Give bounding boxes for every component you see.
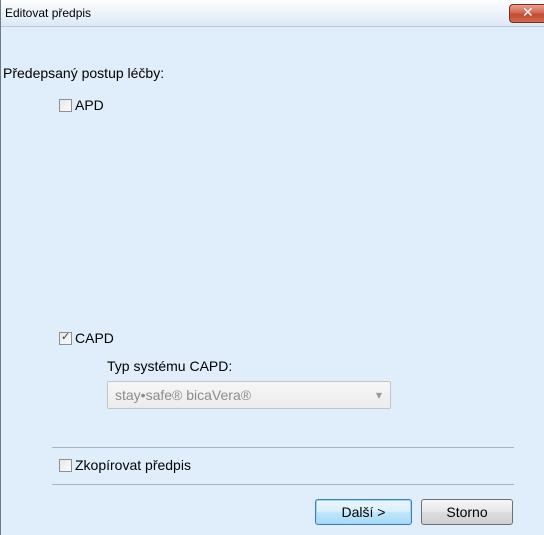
capd-system-type-select[interactable]: stay•safe® bicaVera® ▼ [107, 381, 391, 409]
chevron-down-icon: ▼ [375, 391, 382, 400]
edit-prescription-dialog: Editovat předpis ✕ Předepsaný postup léč… [0, 0, 544, 535]
lower-divider [52, 484, 514, 485]
treatment-procedure-label: Předepsaný postup léčby: [3, 65, 165, 81]
cancel-button[interactable]: Storno [421, 499, 513, 525]
window-title: Editovat předpis [5, 6, 92, 20]
copy-prescription-label: Zkopírovat předpis [75, 457, 191, 473]
close-icon: ✕ [522, 5, 534, 21]
copy-prescription-checkbox[interactable] [59, 458, 72, 472]
capd-checkbox[interactable]: ✓ [59, 329, 72, 345]
upper-divider [52, 447, 514, 448]
capd-checkbox-row[interactable]: ✓ CAPD [59, 330, 114, 346]
apd-label: APD [75, 97, 104, 113]
capd-system-type-label: Typ systému CAPD: [107, 358, 233, 374]
title-bar[interactable]: Editovat předpis ✕ [1, 0, 544, 27]
apd-checkbox[interactable] [59, 98, 72, 112]
copy-prescription-checkbox-row[interactable]: Zkopírovat předpis [59, 457, 191, 473]
check-mark-icon: ✓ [61, 329, 71, 343]
capd-label: CAPD [75, 330, 114, 346]
apd-checkbox-row[interactable]: APD [59, 97, 104, 113]
close-button[interactable]: ✕ [509, 4, 544, 23]
capd-system-type-value: stay•safe® bicaVera® [115, 387, 252, 403]
next-button[interactable]: Další > [315, 499, 412, 525]
